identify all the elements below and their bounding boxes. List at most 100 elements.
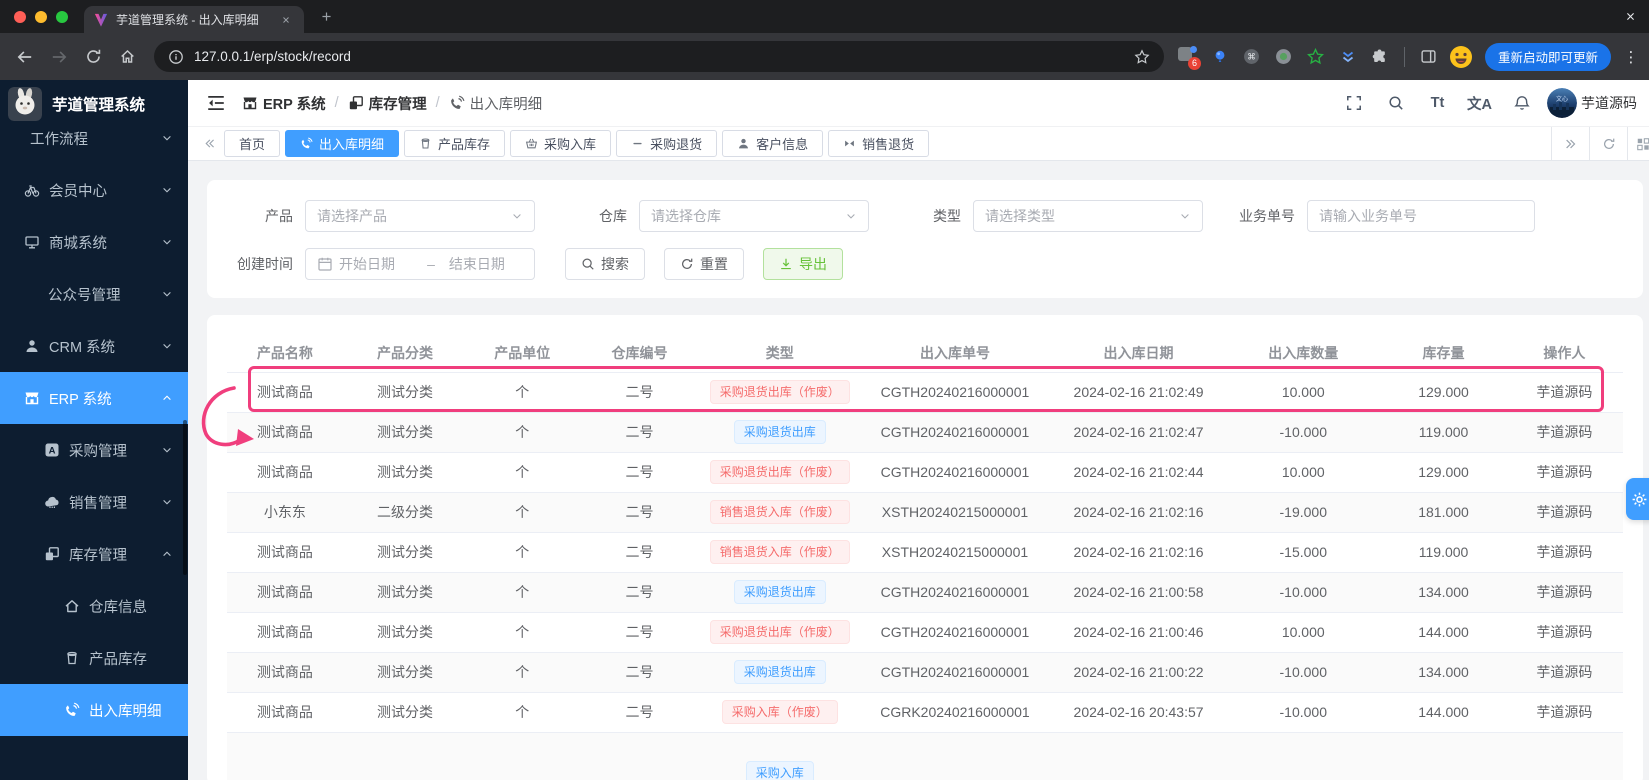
bizno-input[interactable] xyxy=(1307,200,1535,232)
tabs-scroll-right-button[interactable] xyxy=(1551,127,1589,160)
cell-operator: 芋道源码 xyxy=(1505,412,1623,453)
breadcrumb-item[interactable]: 出入库明细 xyxy=(449,93,542,114)
tab-layout-button[interactable] xyxy=(1627,127,1649,160)
search-icon xyxy=(1388,95,1404,111)
cell-order_no xyxy=(858,732,1052,780)
type-select[interactable]: 请选择类型 xyxy=(973,200,1203,232)
page-tab[interactable]: 销售退货 xyxy=(828,130,930,157)
browser-tab[interactable]: 芋道管理系统 - 出入库明细 xyxy=(84,6,304,33)
cell-type: 采购退货出库（作废） xyxy=(701,612,858,653)
cell-date: 2024-02-16 20:43:57 xyxy=(1051,692,1226,733)
theme-settings-button[interactable] xyxy=(1626,478,1649,520)
menu-fold-icon[interactable] xyxy=(206,93,226,113)
svg-text:文心: 文心 xyxy=(1556,95,1568,103)
cell-order_no: CGTH20240216000001 xyxy=(857,612,1052,653)
sidebar-item[interactable]: CRM 系统 xyxy=(0,320,188,372)
refresh-icon xyxy=(1602,137,1616,151)
cell-category: 测试分类 xyxy=(342,692,468,733)
sidebar-item[interactable]: 销售管理 xyxy=(0,476,188,528)
cell-name: 测试商品 xyxy=(227,452,343,493)
extensions-puzzle-icon[interactable] xyxy=(1368,45,1392,69)
breadcrumb-item[interactable]: ERP 系统 xyxy=(242,93,326,114)
sidebar-item[interactable]: 产品库存 xyxy=(0,632,188,684)
site-info-icon[interactable] xyxy=(168,49,184,65)
close-icon[interactable] xyxy=(1621,8,1639,26)
breadcrumb-item[interactable]: 库存管理 xyxy=(348,93,427,114)
page-tab[interactable]: 首页 xyxy=(224,130,281,157)
extension-badged-icon[interactable]: 6 xyxy=(1176,45,1201,70)
window-minimize-button[interactable] xyxy=(35,10,47,23)
page-tab[interactable]: 采购退货 xyxy=(616,130,718,157)
cell-order_no: CGTH20240216000001 xyxy=(857,412,1052,453)
user-avatar[interactable]: 文心 xyxy=(1547,88,1577,118)
warehouse-select[interactable]: 请选择仓库 xyxy=(639,200,869,232)
sidebar-item[interactable]: 工作流程 xyxy=(0,112,188,164)
sidebar-item-label: 库存管理 xyxy=(69,547,127,564)
sidebar-item[interactable]: A 采购管理 xyxy=(0,424,188,476)
tab-refresh-button[interactable] xyxy=(1589,127,1627,160)
sidebar-item-label: 会员中心 xyxy=(49,183,107,200)
table-body: 测试商品 测试分类个二号 采购退货出库（作废） CGTH20240216000001 2… xyxy=(227,372,1623,780)
cell-order_no: CGTH20240216000001 xyxy=(857,652,1052,693)
sidebar-item[interactable]: 仓库信息 xyxy=(0,580,188,632)
home-icon[interactable] xyxy=(112,42,142,72)
tabbar-right-controls xyxy=(1551,127,1649,160)
extension-green-star-icon[interactable] xyxy=(1304,45,1328,69)
new-tab-button[interactable] xyxy=(316,7,336,27)
tab-close-icon[interactable] xyxy=(278,12,294,28)
extension-command-icon[interactable]: ⌘ xyxy=(1240,45,1264,69)
extension-green-dot-icon[interactable] xyxy=(1272,45,1296,69)
url-bar[interactable]: 127.0.0.1/erp/stock/record xyxy=(154,41,1164,72)
browser-update-button[interactable]: 重新启动即可更新 xyxy=(1484,42,1611,71)
sidebar-scrollbar-thumb[interactable] xyxy=(183,420,187,575)
reload-icon[interactable] xyxy=(78,42,108,72)
type-tag: 采购退货出库（作废） xyxy=(709,460,850,484)
bookmark-star-icon[interactable] xyxy=(1134,48,1150,65)
cell-operator: 芋道源码 xyxy=(1505,612,1623,653)
forward-icon[interactable] xyxy=(44,42,74,72)
window-close-button[interactable] xyxy=(14,10,26,23)
search-button[interactable]: 搜索 xyxy=(565,248,645,280)
sidebar-item[interactable]: 会员中心 xyxy=(0,164,188,216)
reset-button[interactable]: 重置 xyxy=(664,248,744,280)
cell-name: 测试商品 xyxy=(227,372,343,413)
side-panel-icon[interactable] xyxy=(1417,45,1441,69)
cell-category: 二级分类 xyxy=(342,492,468,533)
table-header-row: 产品名称 产品分类 产品单位 仓库编号 类型 出入库单号 出入库日期 出入库数量 库存量 操作人 xyxy=(227,335,1623,373)
notification-icon[interactable] xyxy=(1512,94,1531,113)
sidebar-item[interactable]: 商城系统 xyxy=(0,216,188,268)
cell-operator: 芋道源码 xyxy=(1505,652,1623,693)
locale-icon[interactable]: 文A xyxy=(1467,94,1492,113)
profile-avatar-icon[interactable] xyxy=(1449,45,1473,69)
browser-menu-icon[interactable]: ⋮ xyxy=(1623,48,1639,66)
sidebar-item[interactable]: ERP 系统 xyxy=(0,372,188,424)
page-tab[interactable]: 产品库存 xyxy=(404,130,506,157)
cell-quantity: -19.000 xyxy=(1225,492,1382,533)
sidebar-item[interactable]: 公众号管理 xyxy=(0,268,188,320)
back-icon[interactable] xyxy=(10,42,40,72)
page-tab[interactable]: 客户信息 xyxy=(722,130,824,157)
monitor-icon xyxy=(24,234,40,250)
cell-unit: 个 xyxy=(467,372,578,413)
warehouse-placeholder: 请选择仓库 xyxy=(651,208,721,224)
sidebar-item[interactable]: 出入库明细 xyxy=(0,684,188,736)
header-username[interactable]: 芋道源码 xyxy=(1581,93,1637,113)
page-tab[interactable]: 出入库明细 xyxy=(285,130,400,157)
download-icon xyxy=(779,257,793,271)
cell-operator: 芋道源码 xyxy=(1505,452,1623,493)
search-icon[interactable] xyxy=(1386,94,1405,113)
sidebar-item-label: 采购管理 xyxy=(69,443,127,460)
extension-gem-icon[interactable] xyxy=(1208,45,1232,69)
font-size-icon[interactable]: Tt xyxy=(1428,94,1447,113)
window-zoom-button[interactable] xyxy=(56,10,68,23)
tabs-scroll-left-button[interactable] xyxy=(194,127,224,160)
toolbar-divider xyxy=(1403,46,1405,67)
page-tab[interactable]: 采购入库 xyxy=(510,130,612,157)
export-button[interactable]: 导出 xyxy=(763,248,843,280)
product-select[interactable]: 请选择产品 xyxy=(305,200,535,232)
date-range-input[interactable]: 开始日期 – 结束日期 xyxy=(305,248,535,280)
extension-chevrons-icon[interactable] xyxy=(1336,45,1360,69)
fullscreen-icon[interactable] xyxy=(1344,94,1363,113)
cell-category: 测试分类 xyxy=(342,652,468,693)
sidebar-item[interactable]: 库存管理 xyxy=(0,528,188,580)
